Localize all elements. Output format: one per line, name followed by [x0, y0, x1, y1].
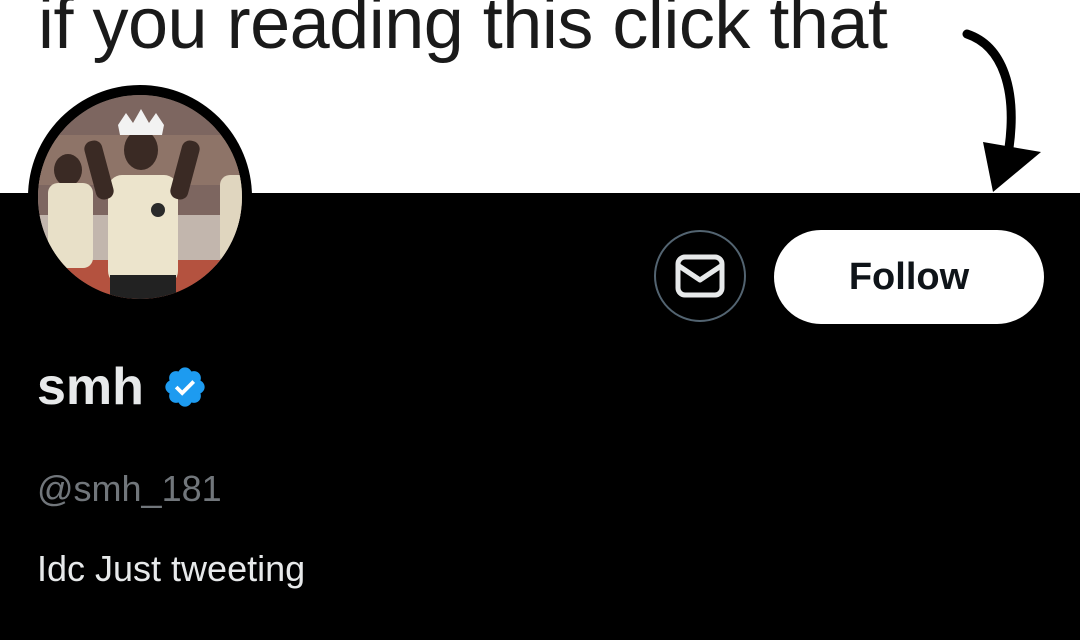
envelope-icon	[675, 254, 725, 298]
follow-button[interactable]: Follow	[774, 230, 1044, 324]
verified-badge-icon[interactable]	[162, 364, 208, 410]
curved-arrow-icon	[962, 29, 1041, 192]
user-handle: @smh_181	[37, 468, 222, 509]
message-button[interactable]	[654, 230, 746, 322]
avatar-photo	[38, 95, 242, 299]
avatar[interactable]	[28, 85, 252, 309]
avatar-image	[38, 95, 242, 299]
banner-caption: if you reading this click that	[38, 0, 888, 64]
profile-section: Follow smh @smh_181 Idc Just tweeting	[0, 85, 1080, 640]
display-name-row: smh	[37, 361, 208, 413]
user-bio: Idc Just tweeting	[37, 548, 306, 589]
profile-screenshot: if you reading this click that Follow sm…	[0, 0, 1080, 640]
display-name: smh	[37, 358, 144, 416]
